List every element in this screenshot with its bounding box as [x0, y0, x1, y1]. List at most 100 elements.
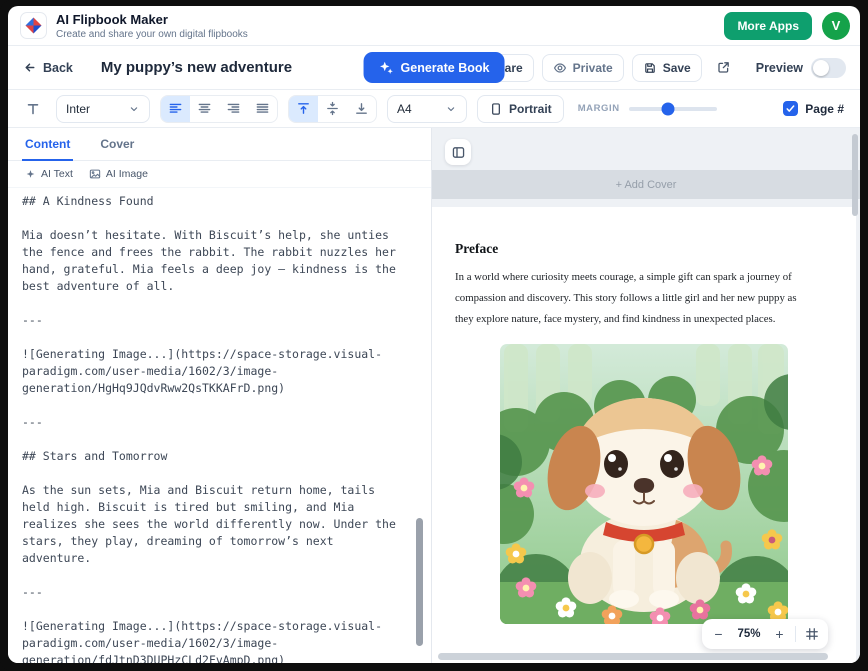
save-label: Save: [663, 61, 691, 75]
fit-to-page-button[interactable]: [799, 621, 824, 647]
tab-cover[interactable]: Cover: [100, 137, 134, 160]
preview-horizontal-scrollbar[interactable]: [438, 653, 828, 660]
ai-toolbar: AI Text AI Image: [8, 161, 431, 188]
align-center-button[interactable]: [190, 96, 219, 122]
private-button[interactable]: Private: [542, 54, 624, 82]
save-button[interactable]: Save: [632, 54, 702, 82]
generate-book-button[interactable]: Generate Book: [364, 52, 505, 83]
editor-pane: Content Cover AI Text: [8, 128, 432, 663]
more-apps-button[interactable]: More Apps: [724, 12, 812, 40]
page-heading: Preface: [455, 241, 832, 257]
app-header: AI Flipbook Maker Create and share your …: [8, 6, 860, 46]
margin-slider[interactable]: [629, 107, 717, 111]
screen: AI Flipbook Maker Create and share your …: [0, 0, 868, 671]
app-subtitle: Create and share your own digital flipbo…: [56, 29, 248, 40]
book-page: Preface In a world where curiosity meets…: [432, 207, 856, 663]
valign-bottom-button[interactable]: [347, 96, 376, 122]
portrait-page-icon: [489, 102, 503, 116]
horizontal-align-group: [160, 95, 278, 123]
editor-block: ![Generating Image...](https://space-sto…: [22, 618, 402, 663]
align-justify-button[interactable]: [248, 96, 277, 122]
ai-image-button[interactable]: AI Image: [89, 168, 148, 180]
align-right-icon: [226, 101, 241, 116]
book-panel-icon: [451, 145, 466, 160]
pinwheel-logo-icon: [24, 16, 43, 35]
zoom-level: 75%: [731, 628, 767, 640]
font-family-value: Inter: [66, 102, 90, 116]
puppy-illustration-svg: [500, 344, 788, 624]
page-number-label: Page #: [805, 102, 844, 116]
vertical-align-group: [288, 95, 377, 123]
valign-middle-icon: [325, 101, 340, 116]
orientation-label: Portrait: [509, 102, 552, 116]
zoom-in-button[interactable]: +: [767, 621, 792, 647]
preview-vertical-scrollbar[interactable]: [852, 134, 858, 216]
format-toolbar: Inter: [8, 90, 860, 128]
page-body: In a world where curiosity meets courage…: [455, 267, 813, 330]
check-icon: [785, 103, 796, 114]
text-style-icon: [25, 101, 41, 117]
app-title: AI Flipbook Maker: [56, 12, 248, 27]
arrow-left-icon: [22, 60, 37, 75]
toggle-knob: [813, 60, 829, 76]
valign-middle-button[interactable]: [318, 96, 347, 122]
align-center-icon: [197, 101, 212, 116]
font-family-select[interactable]: Inter: [56, 95, 150, 123]
preview-toggle-group: Preview: [756, 58, 846, 78]
editor-scrollbar[interactable]: [416, 518, 423, 646]
margin-control: MARGIN: [578, 103, 717, 114]
app-logo: [20, 12, 47, 39]
puppy-illustration: [500, 344, 788, 624]
page-number-checkbox[interactable]: [783, 101, 798, 116]
align-left-icon: [168, 101, 183, 116]
valign-bottom-icon: [354, 101, 369, 116]
back-label: Back: [43, 61, 73, 75]
editor-block: Mia doesn’t hesitate. With Biscuit’s hel…: [22, 227, 402, 295]
editor-block: ## A Kindness Found: [22, 193, 402, 210]
document-toolbar: Back My puppy’s new adventure Generate B…: [8, 46, 860, 90]
zoom-out-button[interactable]: −: [706, 621, 731, 647]
margin-label: MARGIN: [578, 103, 620, 114]
ai-image-label: AI Image: [106, 168, 148, 180]
editor-block: ---: [22, 584, 402, 601]
generate-book-label: Generate Book: [401, 61, 490, 75]
page-size-value: A4: [397, 102, 412, 116]
tab-content[interactable]: Content: [25, 137, 70, 160]
orientation-button[interactable]: Portrait: [477, 95, 564, 123]
book-page-content: Preface In a world where curiosity meets…: [432, 207, 856, 624]
toggle-pages-panel-button[interactable]: [445, 139, 471, 165]
preview-toggle[interactable]: [811, 58, 846, 78]
add-cover-button[interactable]: + Add Cover: [432, 170, 860, 199]
editor-block: As the sun sets, Mia and Biscuit return …: [22, 482, 402, 567]
private-label: Private: [573, 61, 613, 75]
open-external-button[interactable]: [710, 54, 738, 82]
fit-frame-icon: [805, 627, 819, 641]
align-left-button[interactable]: [161, 96, 190, 122]
valign-top-icon: [296, 101, 311, 116]
back-button[interactable]: Back: [22, 60, 73, 75]
eye-icon: [553, 61, 567, 75]
user-avatar[interactable]: V: [822, 12, 850, 40]
page-number-control: Page #: [783, 101, 848, 116]
align-right-button[interactable]: [219, 96, 248, 122]
sparkles-icon: [379, 60, 394, 75]
document-title: My puppy’s new adventure: [101, 59, 292, 76]
margin-slider-knob[interactable]: [662, 102, 675, 115]
image-icon: [89, 168, 101, 180]
editor-block: ## Stars and Tomorrow: [22, 448, 402, 465]
ai-text-button[interactable]: AI Text: [25, 168, 73, 180]
header-right: More Apps V: [724, 12, 850, 40]
ai-text-label: AI Text: [41, 168, 73, 180]
valign-top-button[interactable]: [289, 96, 318, 122]
editor-block: ![Generating Image...](https://space-sto…: [22, 346, 402, 397]
chevron-down-icon: [128, 103, 140, 115]
chevron-down-icon: [445, 103, 457, 115]
markdown-editor[interactable]: ## A Kindness Found Mia doesn’t hesitate…: [8, 188, 418, 663]
page-size-select[interactable]: A4: [387, 95, 467, 123]
main-area: Content Cover AI Text: [8, 128, 860, 663]
preview-label: Preview: [756, 61, 803, 75]
editor-block: ---: [22, 414, 402, 431]
document-actions: Share Private Save: [458, 54, 846, 82]
app-window: AI Flipbook Maker Create and share your …: [8, 6, 860, 663]
text-style-button[interactable]: [20, 96, 46, 122]
